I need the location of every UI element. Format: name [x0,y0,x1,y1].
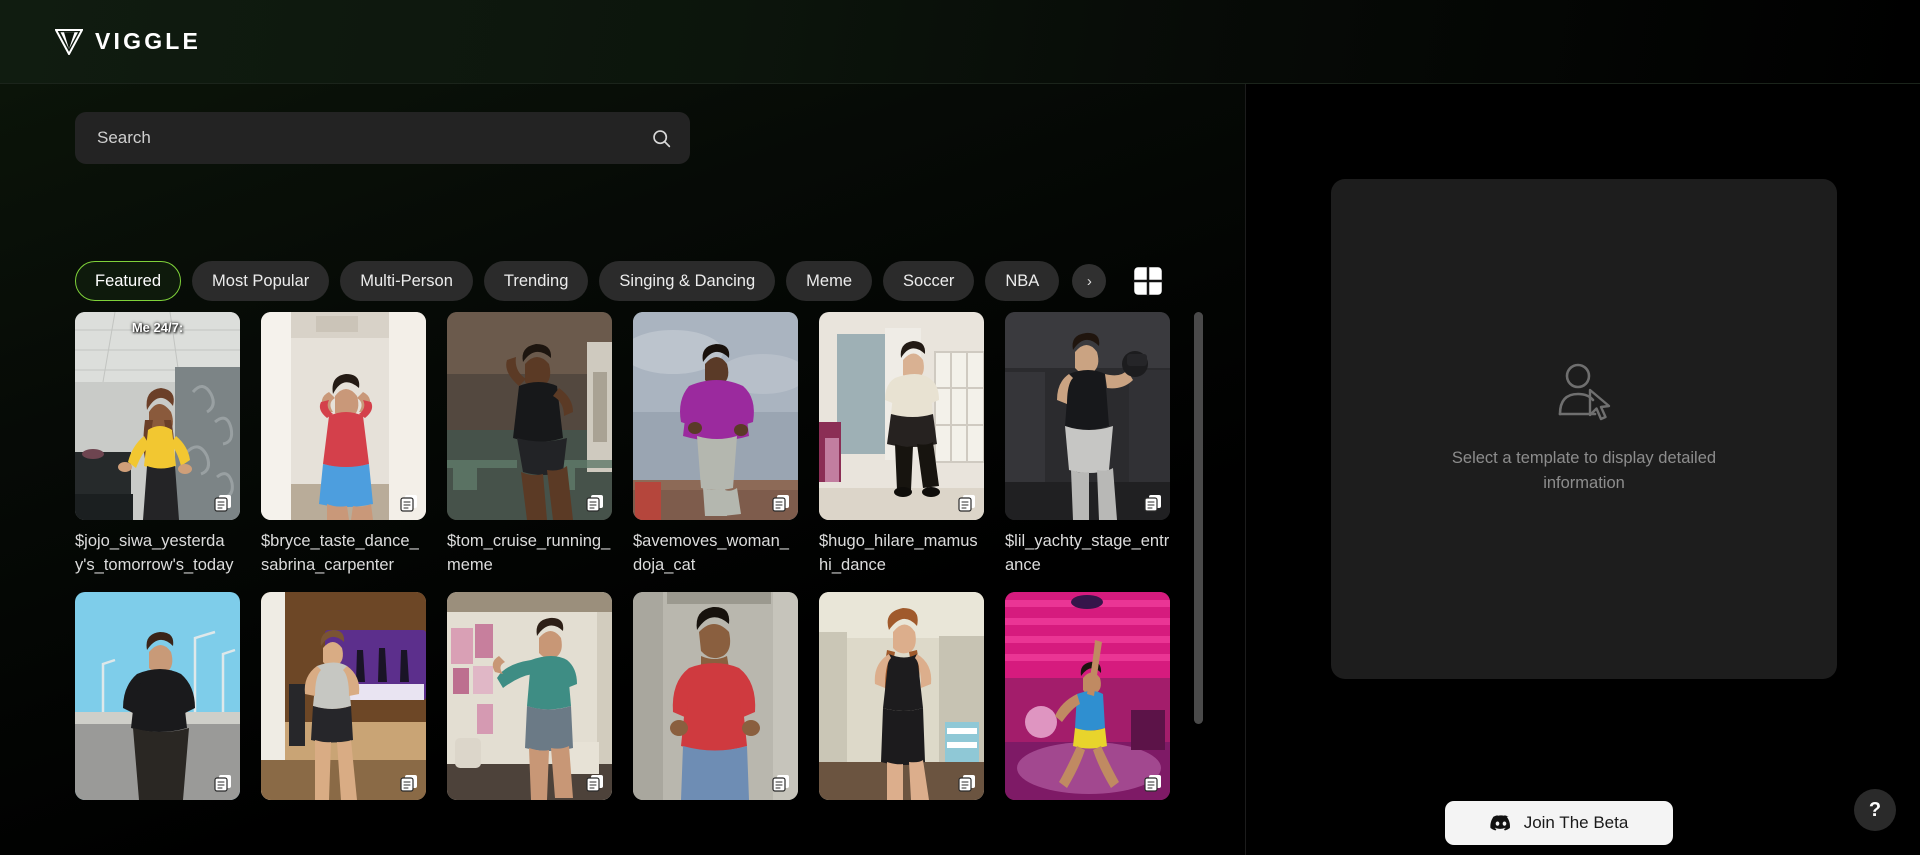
layers-icon [1144,495,1161,512]
layers-icon [400,774,417,792]
template-name: $tom_cruise_running_meme [447,532,611,575]
filter-chips: Featured Most Popular Multi-Person Trend… [75,260,1195,302]
detail-empty-message: Select a template to display detailed in… [1451,449,1717,492]
template-card[interactable]: $hugo_hilare_mamushi_dance [819,312,984,578]
template-card[interactable]: $bryce_taste_dance_sabrina_carpenter [261,312,426,578]
template-card[interactable] [1005,591,1170,809]
search-icon[interactable] [651,128,672,149]
template-thumbnail[interactable] [1005,591,1170,800]
layers-icon [958,774,975,792]
filter-chip-meme[interactable]: Meme [786,261,873,301]
search-input[interactable] [97,128,651,148]
layers-icon [1144,774,1161,792]
scrollbar-thumb[interactable] [1194,312,1203,724]
template-thumbnail[interactable] [447,591,612,800]
layers-icon [958,495,975,512]
template-thumbnail[interactable] [819,591,984,800]
template-grid-scrollbar[interactable] [1194,312,1203,724]
template-thumbnail[interactable] [633,312,798,520]
thumbnail-art [447,591,612,800]
logo[interactable]: VIGGLE [55,28,201,55]
template-card[interactable] [447,591,612,809]
detail-empty-state: Select a template to display detailed in… [1331,179,1837,679]
template-thumbnail[interactable] [1005,312,1170,520]
viggle-v-mark-icon [55,28,83,55]
template-browser-pane: Featured Most Popular Multi-Person Trend… [0,84,1246,855]
thumbnail-art [261,591,426,800]
help-button[interactable]: ? [1854,789,1896,831]
template-detail-pane: Select a template to display detailed in… [1247,84,1920,855]
template-thumbnail[interactable] [633,591,798,800]
user-cursor-icon [1558,363,1611,421]
thumbnail-art [1005,591,1170,800]
template-name: $bryce_taste_dance_sabrina_carpenter [261,532,419,575]
discord-icon [1490,814,1510,831]
layers-icon [400,495,417,512]
thumbnail-art [819,591,984,800]
thumbnail-art [261,312,426,520]
template-thumbnail[interactable] [261,312,426,520]
thumbnail-art [447,312,612,520]
thumbnail-caption: Me 24/7: [131,320,184,335]
template-card[interactable]: $tom_cruise_running_meme [447,312,612,578]
logo-text: VIGGLE [95,28,202,54]
thumbnail-art [633,312,798,520]
template-card[interactable] [261,591,426,809]
join-beta-label: Join The Beta [1523,813,1629,832]
filter-chip-multi-person[interactable]: Multi-Person [340,261,473,301]
filter-chip-most-popular[interactable]: Most Popular [192,261,330,301]
thumbnail-art [75,591,240,800]
template-name: $hugo_hilare_mamushi_dance [819,532,978,575]
layers-icon [772,774,789,792]
layers-icon [586,774,603,792]
layers-icon [214,495,231,512]
thumbnail-art [819,312,984,520]
app-header: VIGGLE [0,0,1920,84]
template-name: $jojo_siwa_yesterday's_tomorrow's_today [75,532,234,575]
template-card[interactable]: $lil_yachty_stage_entrance [1005,312,1170,578]
template-grid-scroll: Me 24/7: $jojo_siwa_yesterday's_tomorrow… [75,312,1185,855]
template-grid: Me 24/7: $jojo_siwa_yesterday's_tomorrow… [75,312,1185,809]
template-thumbnail[interactable] [75,591,240,800]
template-name: $avemoves_woman_doja_cat [633,532,789,575]
layers-icon [214,774,231,792]
search-bar[interactable] [75,112,690,164]
thumbnail-art [75,312,240,520]
join-beta-button[interactable]: Join The Beta [1445,801,1673,845]
grid-layout-icon[interactable] [1133,266,1164,296]
filter-chip-soccer[interactable]: Soccer [883,261,975,301]
page-body: Featured Most Popular Multi-Person Trend… [0,84,1920,855]
filter-chip-trending[interactable]: Trending [483,261,589,301]
template-name: $lil_yachty_stage_entrance [1005,532,1170,575]
filter-chip-singing-dancing[interactable]: Singing & Dancing [599,261,776,301]
template-card[interactable]: Me 24/7: $jojo_siwa_yesterday's_tomorrow… [75,312,240,578]
template-thumbnail[interactable] [447,312,612,520]
thumbnail-art [633,591,798,800]
filter-chip-nba[interactable]: NBA [985,261,1060,301]
template-card[interactable] [75,591,240,809]
thumbnail-art [1005,312,1170,520]
template-card[interactable] [819,591,984,809]
layers-icon [772,495,789,512]
template-card[interactable]: $avemoves_woman_doja_cat [633,312,798,578]
layers-icon [586,495,603,512]
template-thumbnail[interactable] [819,312,984,520]
template-thumbnail[interactable]: Me 24/7: [75,312,240,520]
filter-chip-featured[interactable]: Featured [75,261,182,301]
template-card[interactable] [633,591,798,809]
chevron-right-icon[interactable]: › [1072,264,1107,298]
template-thumbnail[interactable] [261,591,426,800]
